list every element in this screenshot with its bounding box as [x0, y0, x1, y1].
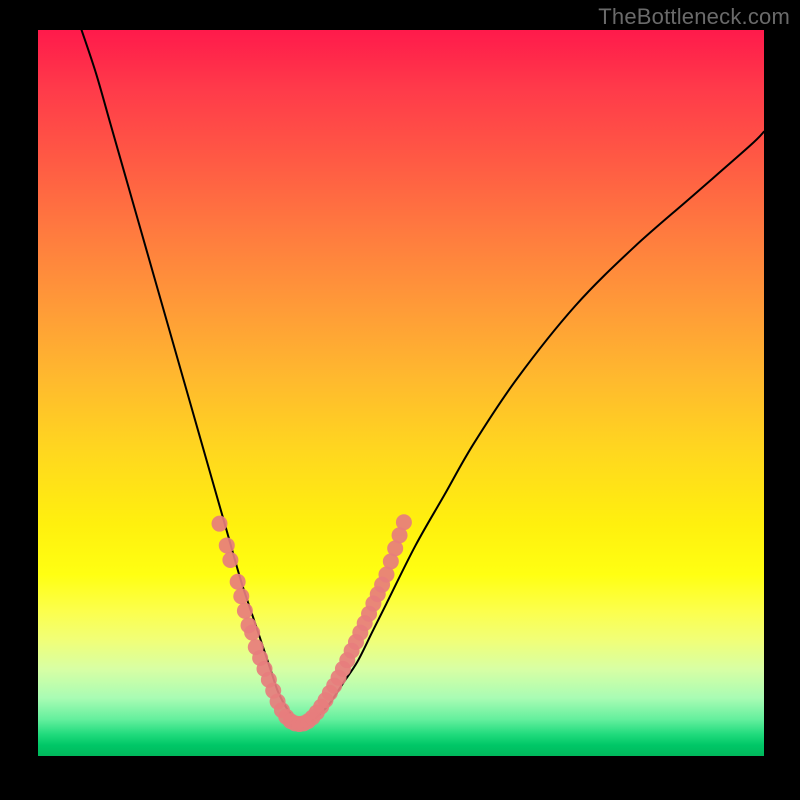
chart-svg: [38, 30, 764, 756]
data-markers: [212, 514, 412, 732]
bottleneck-curve: [82, 30, 764, 724]
watermark-text: TheBottleneck.com: [598, 4, 790, 30]
plot-area: [38, 30, 764, 756]
chart-frame: TheBottleneck.com: [0, 0, 800, 800]
